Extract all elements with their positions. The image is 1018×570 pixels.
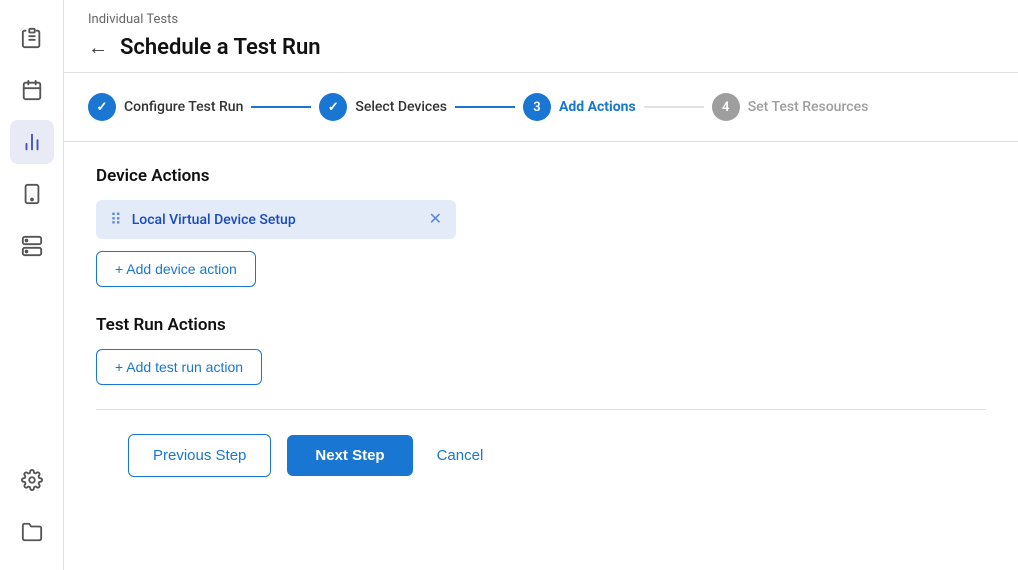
sidebar-item-chart[interactable] [10,120,54,164]
sidebar-item-clipboard[interactable] [10,16,54,60]
page-title: Schedule a Test Run [120,35,321,60]
next-step-button[interactable]: Next Step [287,435,412,476]
sidebar-item-gear[interactable] [10,458,54,502]
step-label-select-devices: Select Devices [355,99,447,115]
step-label-set-resources: Set Test Resources [748,99,869,115]
footer-actions: Previous Step Next Step Cancel [96,434,986,501]
chip-close-button[interactable]: ✕ [429,212,442,228]
device-actions-title: Device Actions [96,166,986,186]
step-circle-set-resources: 4 [712,93,740,121]
step-checkmark-configure: ✓ [97,100,108,115]
step-connector-1 [251,106,311,108]
drag-handle-icon[interactable]: ⠿ [110,210,122,229]
previous-step-button[interactable]: Previous Step [128,434,271,477]
sidebar [0,0,64,570]
step-checkmark-select-devices: ✓ [328,100,339,115]
device-actions-section: Device Actions ⠿ Local Virtual Device Se… [96,166,986,287]
header: Individual Tests ← Schedule a Test Run [64,0,1018,73]
step-connector-3 [644,106,704,108]
step-circle-add-actions: 3 [523,93,551,121]
step-label-configure: Configure Test Run [124,99,243,115]
step-add-actions: 3 Add Actions [523,93,636,121]
step-select-devices: ✓ Select Devices [319,93,447,121]
cancel-button[interactable]: Cancel [429,435,492,476]
back-button[interactable]: ← [88,38,108,58]
add-test-run-action-button[interactable]: + Add test run action [96,349,262,385]
chip-label: Local Virtual Device Setup [132,212,419,228]
sidebar-item-calendar[interactable] [10,68,54,112]
test-run-actions-title: Test Run Actions [96,315,986,335]
step-number-add-actions: 3 [533,100,540,115]
step-set-resources: 4 Set Test Resources [712,93,869,121]
device-chip: ⠿ Local Virtual Device Setup ✕ [96,200,456,239]
footer-divider [96,409,986,410]
step-circle-configure: ✓ [88,93,116,121]
step-configure: ✓ Configure Test Run [88,93,243,121]
stepper: ✓ Configure Test Run ✓ Select Devices 3 … [64,73,1018,142]
step-connector-2 [455,106,515,108]
test-run-actions-section: Test Run Actions + Add test run action [96,315,986,385]
breadcrumb: Individual Tests [88,12,994,27]
add-device-action-button[interactable]: + Add device action [96,251,256,287]
sidebar-item-folder[interactable] [10,510,54,554]
step-label-add-actions: Add Actions [559,99,636,115]
sidebar-item-server[interactable] [10,224,54,268]
content-area: Device Actions ⠿ Local Virtual Device Se… [64,142,1018,570]
step-number-set-resources: 4 [722,100,729,115]
title-row: ← Schedule a Test Run [88,35,994,72]
step-circle-select-devices: ✓ [319,93,347,121]
main-content: Individual Tests ← Schedule a Test Run ✓… [64,0,1018,570]
sidebar-item-phone[interactable] [10,172,54,216]
